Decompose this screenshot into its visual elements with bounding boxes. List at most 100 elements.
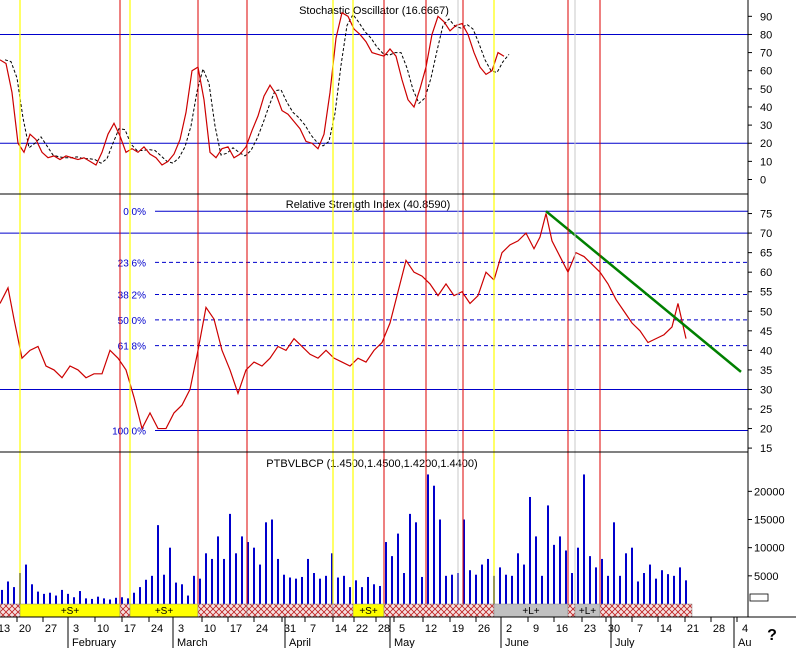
volume-bar bbox=[283, 574, 285, 604]
rsi-tick-label: 70 bbox=[760, 228, 772, 240]
volume-title: PTBVLBCP (1.4500,1.4500,1.4200,1.4400) bbox=[266, 458, 477, 470]
rsi-tick-label: 50 bbox=[760, 306, 772, 318]
volume-bar bbox=[61, 589, 63, 604]
x-day-label: 3 bbox=[178, 623, 184, 635]
volume-bar bbox=[241, 536, 243, 604]
volume-bar bbox=[133, 592, 135, 604]
x-day-label: 13 bbox=[0, 623, 10, 635]
stochastic-tick-label: 0 bbox=[760, 174, 766, 186]
volume-bar bbox=[163, 574, 165, 604]
x-day-label: 7 bbox=[637, 623, 643, 635]
stochastic-panel: Stochastic Oscillator (16.6667) 01020304… bbox=[0, 5, 772, 186]
x-day-label: 14 bbox=[335, 623, 347, 635]
x-day-label: 9 bbox=[533, 623, 539, 635]
volume-bar bbox=[469, 570, 471, 604]
volume-bar bbox=[181, 584, 183, 604]
volume-bar bbox=[169, 547, 171, 604]
volume-bar bbox=[313, 573, 315, 604]
volume-bar bbox=[151, 575, 153, 604]
signal-bar: +S+ +S+ +S+ +L+ +L+ bbox=[0, 603, 693, 618]
volume-bar bbox=[79, 591, 81, 604]
volume-tick-label: 15000 bbox=[754, 515, 785, 527]
volume-bar bbox=[103, 598, 105, 604]
volume-bar bbox=[307, 558, 309, 604]
volume-bar bbox=[679, 567, 681, 604]
volume-bar bbox=[601, 558, 603, 604]
x-month-label: Au bbox=[738, 637, 751, 648]
volume-bar bbox=[499, 567, 501, 604]
x-day-label: 5 bbox=[399, 623, 405, 635]
x-day-label: 7 bbox=[310, 623, 316, 635]
x-day-label: 14 bbox=[660, 623, 672, 635]
signal-segment-hatch bbox=[0, 603, 21, 618]
volume-bar bbox=[235, 553, 237, 604]
x-day-label: 10 bbox=[204, 623, 216, 635]
volume-bar bbox=[25, 564, 27, 604]
rsi-tick-label: 40 bbox=[760, 345, 772, 357]
volume-tick-label: 20000 bbox=[754, 486, 785, 498]
volume-bar bbox=[487, 558, 489, 604]
volume-bar bbox=[97, 596, 99, 604]
volume-bar bbox=[571, 573, 573, 604]
volume-bar bbox=[661, 570, 663, 604]
x-day-label: 21 bbox=[687, 623, 699, 635]
x-day-label: 2 bbox=[506, 623, 512, 635]
stochastic-tick-label: 50 bbox=[760, 84, 772, 96]
stochastic-tick-label: 70 bbox=[760, 48, 772, 60]
volume-bar bbox=[631, 547, 633, 604]
volume-bar bbox=[109, 599, 111, 604]
volume-bar bbox=[115, 597, 117, 604]
volume-bar bbox=[7, 581, 9, 604]
fib-label: 38.2% bbox=[118, 290, 146, 301]
volume-bar bbox=[403, 573, 405, 604]
volume-panel: PTBVLBCP (1.4500,1.4500,1.4200,1.4400) 5… bbox=[1, 458, 785, 604]
volume-bar bbox=[505, 574, 507, 604]
volume-bar bbox=[517, 553, 519, 604]
volume-bar bbox=[127, 598, 129, 604]
signal-segment-label: +S+ bbox=[155, 606, 174, 617]
volume-bar bbox=[139, 587, 141, 604]
x-day-label: 17 bbox=[124, 623, 136, 635]
volume-bar bbox=[43, 593, 45, 604]
volume-bar bbox=[91, 598, 93, 604]
volume-bar bbox=[49, 592, 51, 604]
volume-bar bbox=[289, 577, 291, 604]
x-day-label: 4 bbox=[742, 623, 748, 635]
x-day-label: 17 bbox=[230, 623, 242, 635]
volume-bar bbox=[547, 505, 549, 604]
rsi-tick-label: 15 bbox=[760, 443, 772, 455]
volume-bar bbox=[625, 553, 627, 604]
volume-bar bbox=[37, 591, 39, 604]
volume-bar bbox=[265, 522, 267, 604]
x-day-label: 26 bbox=[478, 623, 490, 635]
volume-bar bbox=[397, 533, 399, 604]
help-icon[interactable]: ? bbox=[767, 627, 777, 644]
signal-segment-label: +S+ bbox=[359, 606, 378, 617]
stochastic-tick-label: 10 bbox=[760, 156, 772, 168]
volume-bar bbox=[535, 536, 537, 604]
volume-bar bbox=[667, 574, 669, 604]
stochastic-line bbox=[0, 11, 505, 166]
fib-label: 23.6% bbox=[118, 258, 146, 269]
volume-bar bbox=[511, 575, 513, 604]
volume-bar bbox=[577, 547, 579, 604]
volume-bar bbox=[553, 544, 555, 604]
x-day-label: 16 bbox=[556, 623, 568, 635]
signal-segment-hatch bbox=[599, 603, 693, 618]
volume-bar bbox=[187, 595, 189, 604]
volume-bar bbox=[271, 519, 273, 604]
x-day-label: 19 bbox=[452, 623, 464, 635]
signal-segment-label: +S+ bbox=[61, 606, 80, 617]
volume-bar bbox=[409, 513, 411, 604]
volume-bar bbox=[205, 553, 207, 604]
volume-bar bbox=[565, 550, 567, 604]
stochastic-tick-label: 60 bbox=[760, 66, 772, 78]
fib-label: 50.0% bbox=[118, 316, 146, 327]
stochastic-tick-label: 20 bbox=[760, 138, 772, 150]
volume-bar bbox=[595, 567, 597, 604]
rsi-tick-label: 25 bbox=[760, 404, 772, 416]
volume-bar bbox=[193, 575, 195, 604]
rsi-tick-label: 75 bbox=[760, 209, 772, 221]
volume-bar bbox=[337, 577, 339, 604]
volume-bar bbox=[349, 587, 351, 604]
